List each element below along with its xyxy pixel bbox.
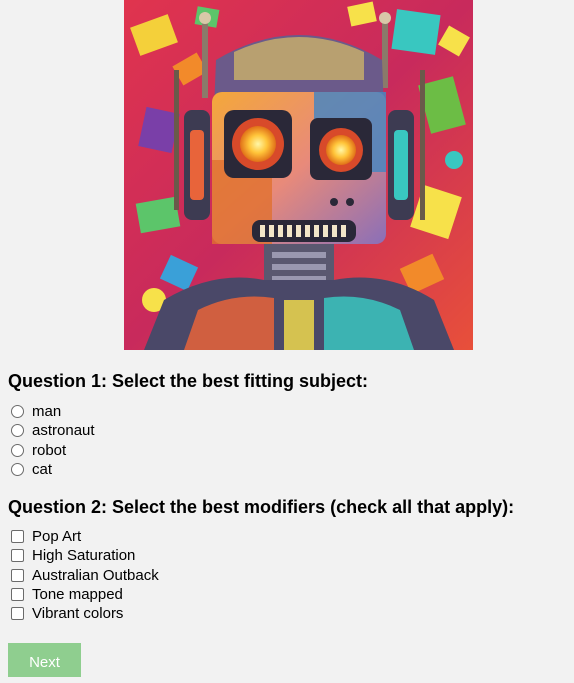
option-label: High Saturation <box>32 547 136 565</box>
option-label: cat <box>32 461 53 479</box>
radio-option-astronaut[interactable]: astronaut <box>11 421 95 440</box>
option-label: Pop Art <box>32 528 82 546</box>
checkbox[interactable] <box>11 568 24 582</box>
checkbox-option-australian-outback[interactable]: Australian Outback <box>11 566 159 585</box>
option-label: robot <box>32 441 67 459</box>
radio-option-cat[interactable]: cat <box>11 460 95 479</box>
checkbox[interactable] <box>11 549 24 563</box>
checkbox[interactable] <box>11 530 24 544</box>
next-button[interactable]: Next <box>8 643 81 677</box>
option-label: Tone mapped <box>32 586 123 604</box>
checkbox[interactable] <box>11 607 24 621</box>
checkbox-option-high-saturation[interactable]: High Saturation <box>11 546 159 565</box>
option-label: astronaut <box>32 422 95 440</box>
radio-button[interactable] <box>11 405 24 419</box>
question-2-options: Pop Art High Saturation Australian Outba… <box>11 527 159 623</box>
option-label: Australian Outback <box>32 566 159 584</box>
radio-button[interactable] <box>11 424 24 438</box>
radio-button[interactable] <box>11 443 24 457</box>
robot-illustration <box>124 0 473 350</box>
question-1-options: man astronaut robot cat <box>11 402 95 479</box>
option-label: man <box>32 403 62 421</box>
question-1-title: Question 1: Select the best fitting subj… <box>8 371 369 391</box>
checkbox-option-pop-art[interactable]: Pop Art <box>11 527 159 546</box>
checkbox[interactable] <box>11 588 24 602</box>
checkbox-option-tone-mapped[interactable]: Tone mapped <box>11 585 159 604</box>
question-2-title: Question 2: Select the best modifiers (c… <box>8 497 515 517</box>
radio-option-robot[interactable]: robot <box>11 441 95 460</box>
option-label: Vibrant colors <box>32 605 124 623</box>
robot-image <box>124 0 473 350</box>
checkbox-option-vibrant-colors[interactable]: Vibrant colors <box>11 604 159 623</box>
radio-button[interactable] <box>11 463 24 477</box>
radio-option-man[interactable]: man <box>11 402 95 421</box>
